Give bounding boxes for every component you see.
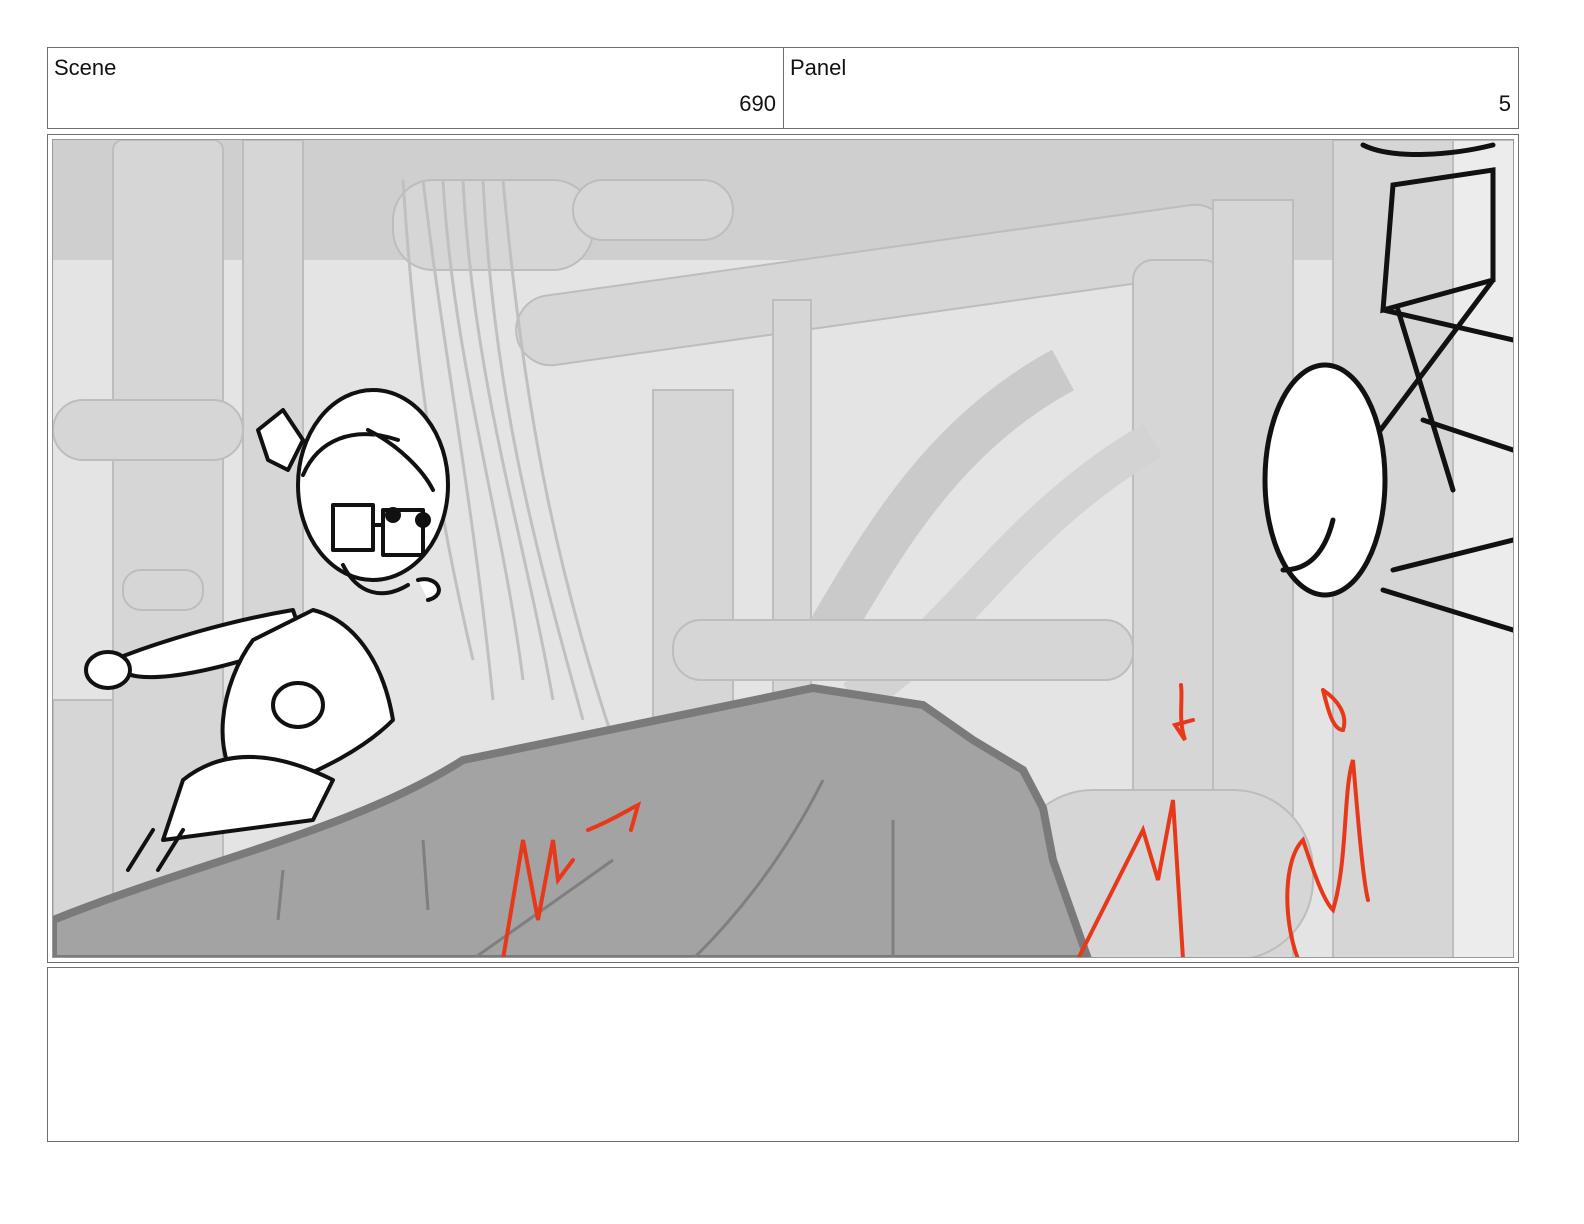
scene-label: Scene: [54, 55, 117, 80]
storyboard-frame: [47, 134, 1519, 963]
panel-cell: Panel 5: [784, 48, 1518, 128]
panel-number: 5: [1498, 91, 1511, 116]
panel-label: Panel: [790, 55, 847, 80]
storyboard-header: Scene 690 Panel 5: [47, 47, 1519, 129]
panel-artwork: [52, 139, 1514, 958]
scene-cell: Scene 690: [48, 48, 784, 128]
scene-number: 690: [739, 91, 776, 116]
storyboard-sketch: [53, 140, 1513, 957]
notes-box: [47, 967, 1519, 1142]
